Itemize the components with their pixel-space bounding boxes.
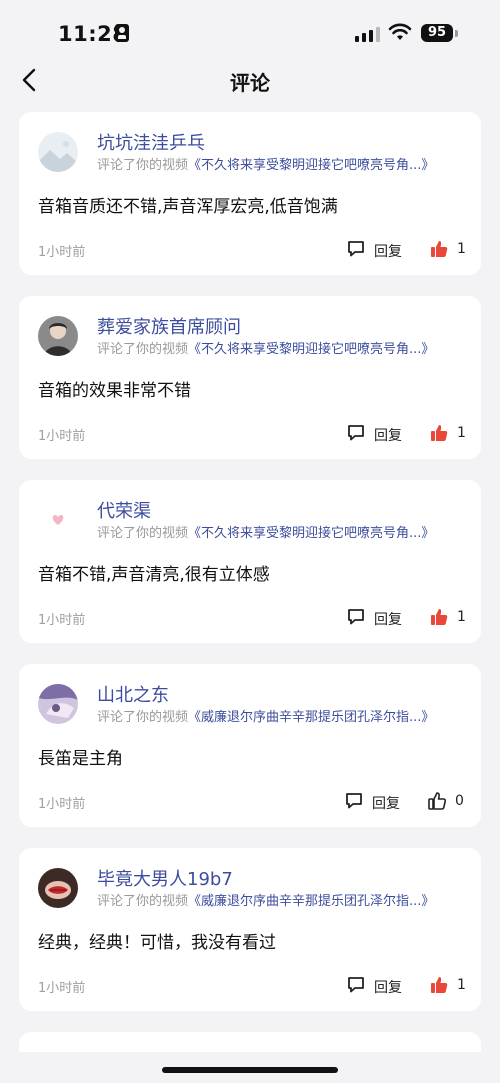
username[interactable]: 代荣渠 bbox=[97, 497, 151, 523]
comment-text: 经典，经典！可惜，我没有看过 bbox=[38, 933, 276, 953]
video-link[interactable]: 《不久将来享受黎明迎接它吧嘹亮号角...》 bbox=[188, 526, 434, 541]
nav-bar: 评论 bbox=[0, 60, 500, 100]
like-count: 1 bbox=[457, 977, 466, 993]
speech-bubble-icon bbox=[348, 425, 364, 441]
like-button[interactable]: 1 bbox=[429, 607, 469, 629]
reply-label: 回复 bbox=[374, 980, 402, 996]
timestamp: 1小时前 bbox=[38, 797, 86, 812]
reply-label: 回复 bbox=[374, 428, 402, 444]
like-button[interactable]: 1 bbox=[429, 975, 469, 997]
thumbs-up-icon bbox=[431, 425, 448, 441]
video-link[interactable]: 《威廉退尔序曲辛辛那提乐团孔泽尔指...》 bbox=[188, 710, 434, 725]
wifi-icon bbox=[388, 23, 412, 40]
like-button[interactable]: 1 bbox=[429, 423, 469, 445]
action-text: 评论了你的视频 bbox=[97, 158, 189, 173]
thumbs-up-icon bbox=[431, 609, 448, 625]
comment-text: 音箱音质还不错,声音浑厚宏亮,低音饱满 bbox=[38, 197, 338, 217]
reply-label: 回复 bbox=[372, 796, 400, 812]
reply-button[interactable]: 回复 bbox=[347, 975, 407, 997]
comment-card[interactable]: 坑坑洼洼乒乓 评论了你的视频《不久将来享受黎明迎接它吧嘹亮号角...》 音箱音质… bbox=[19, 112, 481, 275]
comment-card[interactable]: 毕竟大男人19b7 评论了你的视频《威廉退尔序曲辛辛那提乐团孔泽尔指...》 经… bbox=[19, 848, 481, 1011]
meta-line: 评论了你的视频《威廉退尔序曲辛辛那提乐团孔泽尔指...》 bbox=[97, 706, 434, 725]
video-link[interactable]: 《不久将来享受黎明迎接它吧嘹亮号角...》 bbox=[188, 342, 434, 357]
comment-card-partial[interactable] bbox=[19, 1032, 481, 1052]
like-count: 0 bbox=[455, 793, 464, 809]
action-text: 评论了你的视频 bbox=[97, 342, 189, 357]
speech-bubble-icon bbox=[346, 793, 362, 809]
battery-indicator: 95 bbox=[421, 24, 453, 42]
id-card-icon bbox=[115, 24, 129, 42]
meta-line: 评论了你的视频《不久将来享受黎明迎接它吧嘹亮号角...》 bbox=[97, 154, 434, 173]
timestamp: 1小时前 bbox=[38, 429, 86, 444]
like-count: 1 bbox=[457, 241, 466, 257]
timestamp: 1小时前 bbox=[38, 613, 86, 628]
page-title: 评论 bbox=[230, 71, 270, 95]
video-link[interactable]: 《威廉退尔序曲辛辛那提乐团孔泽尔指...》 bbox=[188, 894, 434, 909]
reply-label: 回复 bbox=[374, 244, 402, 260]
reply-label: 回复 bbox=[374, 612, 402, 628]
action-text: 评论了你的视频 bbox=[97, 894, 189, 909]
username[interactable]: 坑坑洼洼乒乓 bbox=[97, 129, 205, 155]
status-bar: 11:28 95 bbox=[0, 0, 500, 66]
comment-card[interactable]: 代荣渠 评论了你的视频《不久将来享受黎明迎接它吧嘹亮号角...》 音箱不错,声音… bbox=[19, 480, 481, 643]
like-count: 1 bbox=[457, 425, 466, 441]
meta-line: 评论了你的视频《不久将来享受黎明迎接它吧嘹亮号角...》 bbox=[97, 338, 434, 357]
battery-tip bbox=[455, 30, 458, 37]
comment-text: 音箱不错,声音清亮,很有立体感 bbox=[38, 565, 270, 585]
avatar[interactable] bbox=[38, 684, 78, 724]
like-button[interactable]: 1 bbox=[429, 239, 469, 261]
action-text: 评论了你的视频 bbox=[97, 710, 189, 725]
reply-button[interactable]: 回复 bbox=[347, 423, 407, 445]
video-link[interactable]: 《不久将来享受黎明迎接它吧嘹亮号角...》 bbox=[188, 158, 434, 173]
thumbs-up-outline-icon bbox=[428, 792, 447, 810]
reply-button[interactable]: 回复 bbox=[347, 607, 407, 629]
avatar[interactable] bbox=[38, 316, 78, 356]
speech-bubble-icon bbox=[348, 977, 364, 993]
comment-text: 長笛是主角 bbox=[38, 749, 123, 769]
speech-bubble-icon bbox=[348, 241, 364, 257]
reply-button[interactable]: 回复 bbox=[347, 239, 407, 261]
reply-button[interactable]: 回复 bbox=[345, 791, 405, 813]
avatar[interactable] bbox=[38, 132, 78, 172]
comment-card[interactable]: 山北之东 评论了你的视频《威廉退尔序曲辛辛那提乐团孔泽尔指...》 長笛是主角 … bbox=[19, 664, 481, 827]
username[interactable]: 葬爱家族首席顾问 bbox=[97, 313, 241, 339]
speech-bubble-icon bbox=[348, 609, 364, 625]
thumbs-up-icon bbox=[431, 977, 448, 993]
home-indicator[interactable] bbox=[162, 1067, 338, 1073]
timestamp: 1小时前 bbox=[38, 981, 86, 996]
comment-text: 音箱的效果非常不错 bbox=[38, 381, 191, 401]
action-text: 评论了你的视频 bbox=[97, 526, 189, 541]
username[interactable]: 山北之东 bbox=[97, 681, 169, 707]
signal-icon bbox=[355, 26, 381, 42]
comment-card[interactable]: 葬爱家族首席顾问 评论了你的视频《不久将来享受黎明迎接它吧嘹亮号角...》 音箱… bbox=[19, 296, 481, 459]
meta-line: 评论了你的视频《不久将来享受黎明迎接它吧嘹亮号角...》 bbox=[97, 522, 434, 541]
like-count: 1 bbox=[457, 609, 466, 625]
avatar[interactable] bbox=[38, 868, 78, 908]
meta-line: 评论了你的视频《威廉退尔序曲辛辛那提乐团孔泽尔指...》 bbox=[97, 890, 434, 909]
username[interactable]: 毕竟大男人19b7 bbox=[97, 865, 233, 891]
avatar[interactable] bbox=[38, 500, 78, 540]
like-button[interactable]: 0 bbox=[427, 791, 467, 813]
timestamp: 1小时前 bbox=[38, 245, 86, 260]
thumbs-up-icon bbox=[431, 241, 448, 257]
